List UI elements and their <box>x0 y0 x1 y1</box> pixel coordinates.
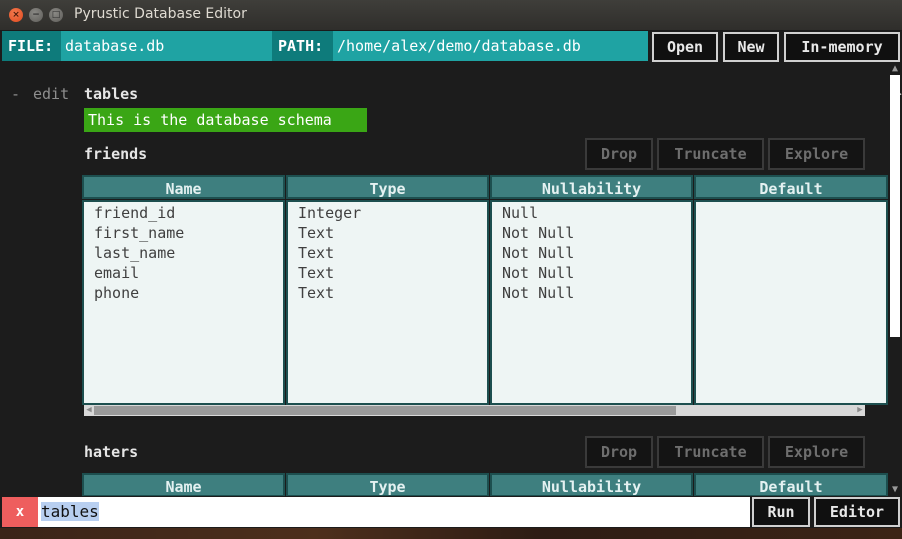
column-list-type[interactable]: Integer Text Text Text Text <box>286 200 489 405</box>
list-item[interactable]: Not Null <box>502 223 681 243</box>
list-item[interactable]: first_name <box>94 223 273 243</box>
path-value: /home/alex/demo/database.db <box>333 31 648 61</box>
list-item[interactable]: Text <box>298 243 477 263</box>
drop-button-haters[interactable]: Drop <box>585 436 653 468</box>
table-name-friends: friends <box>84 145 148 163</box>
horizontal-scroll-thumb[interactable] <box>94 406 676 415</box>
vertical-scrollbar[interactable]: ▲ ▼ <box>888 63 902 496</box>
column-list-name[interactable]: friend_id first_name last_name email pho… <box>82 200 285 405</box>
command-input-text: tables <box>41 502 99 521</box>
scroll-right-icon[interactable]: ▶ <box>855 405 865 416</box>
editor-button[interactable]: Editor <box>814 497 900 527</box>
column-header-default[interactable]: Default <box>694 175 888 199</box>
column-header-nullability[interactable]: Nullability <box>490 175 693 199</box>
list-item[interactable]: Not Null <box>502 283 681 303</box>
path-label: PATH: <box>272 31 333 61</box>
list-item[interactable]: Not Null <box>502 243 681 263</box>
list-item[interactable]: Text <box>298 263 477 283</box>
clear-button[interactable]: x <box>2 497 38 527</box>
vertical-scroll-thumb[interactable] <box>890 75 900 337</box>
drop-button-friends[interactable]: Drop <box>585 138 653 170</box>
window-title: Pyrustic Database Editor <box>74 6 247 22</box>
list-item[interactable]: Integer <box>298 203 477 223</box>
schema-view: - edit tables This is the database schem… <box>0 63 888 496</box>
scroll-up-icon[interactable]: ▲ <box>888 63 902 75</box>
list-item[interactable]: Null <box>502 203 681 223</box>
column-header-name[interactable]: Name <box>82 473 285 496</box>
window-minimize-icon[interactable]: − <box>29 8 43 22</box>
horizontal-scrollbar[interactable]: ◀ ▶ <box>84 405 865 416</box>
column-list-nullability[interactable]: Null Not Null Not Null Not Null Not Null <box>490 200 693 405</box>
command-bar: x tables Run Editor <box>0 496 902 528</box>
desktop-background <box>0 528 902 539</box>
column-header-name[interactable]: Name <box>82 175 285 199</box>
window-titlebar: × − □ Pyrustic Database Editor <box>0 0 902 31</box>
schema-name: tables <box>84 85 139 103</box>
mouse-cursor-icon: ➤ <box>893 85 902 104</box>
list-item[interactable]: last_name <box>94 243 273 263</box>
run-button[interactable]: Run <box>752 497 810 527</box>
truncate-button-friends[interactable]: Truncate <box>657 138 764 170</box>
column-list-default[interactable] <box>694 200 888 405</box>
in-memory-button[interactable]: In-memory <box>784 32 900 62</box>
command-input[interactable]: tables <box>38 497 750 527</box>
list-item[interactable]: Text <box>298 283 477 303</box>
table-name-haters: haters <box>84 443 139 461</box>
window-maximize-icon[interactable]: □ <box>49 8 63 22</box>
column-header-type[interactable]: Type <box>286 175 489 199</box>
list-item[interactable]: Not Null <box>502 263 681 283</box>
edit-link[interactable]: edit <box>33 85 69 103</box>
scroll-left-icon[interactable]: ◀ <box>84 405 94 416</box>
list-item[interactable]: phone <box>94 283 273 303</box>
column-header-type[interactable]: Type <box>286 473 489 496</box>
new-button[interactable]: New <box>723 32 779 62</box>
explore-button-friends[interactable]: Explore <box>768 138 865 170</box>
list-item[interactable]: email <box>94 263 273 283</box>
window-close-icon[interactable]: × <box>9 8 23 22</box>
list-item[interactable]: friend_id <box>94 203 273 223</box>
column-header-default[interactable]: Default <box>694 473 888 496</box>
column-header-nullability[interactable]: Nullability <box>490 473 693 496</box>
header-bar: FILE: database.db PATH: /home/alex/demo/… <box>0 31 902 63</box>
explore-button-haters[interactable]: Explore <box>768 436 865 468</box>
open-button[interactable]: Open <box>652 32 718 62</box>
scroll-down-icon[interactable]: ▼ <box>888 484 902 496</box>
file-name-value: database.db <box>61 31 272 61</box>
file-label: FILE: <box>2 31 61 61</box>
schema-description: This is the database schema <box>84 108 367 132</box>
collapse-toggle[interactable]: - <box>11 85 20 103</box>
truncate-button-haters[interactable]: Truncate <box>657 436 764 468</box>
list-item[interactable]: Text <box>298 223 477 243</box>
